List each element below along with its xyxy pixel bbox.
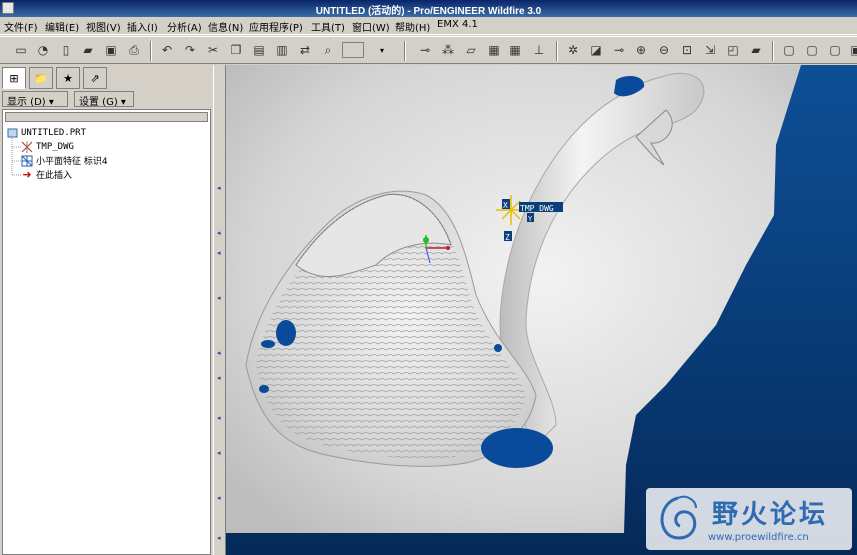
- forum-url: www.proewildfire.cn: [708, 532, 809, 543]
- csys-label: TMP_DWG: [520, 204, 554, 213]
- redo-icon[interactable]: ↷: [181, 41, 199, 59]
- datum-axis-icon[interactable]: ⊸: [416, 41, 434, 59]
- folder-icon[interactable]: ▰: [79, 41, 97, 59]
- save-icon[interactable]: ▣: [102, 41, 120, 59]
- menu-window[interactable]: 窗口(W): [352, 19, 390, 34]
- zoom-in-icon[interactable]: ⊕: [632, 41, 650, 59]
- display-menu-button[interactable]: 显示 (D) ▾: [2, 91, 68, 108]
- hidden-line-icon[interactable]: ▢: [803, 41, 821, 59]
- menu-info[interactable]: 信息(N): [208, 19, 243, 34]
- menu-emx[interactable]: EMX 4.1: [437, 19, 478, 30]
- sash-arrow-icon[interactable]: ◂: [217, 350, 223, 357]
- graphics-viewport[interactable]: X TMP_DWG Y Z: [226, 65, 857, 555]
- refit-icon[interactable]: ⊡: [678, 41, 696, 59]
- sash-arrow-icon[interactable]: ◂: [217, 415, 223, 422]
- panel-sash[interactable]: ◂ ◂ ◂ ◂ ◂ ◂ ◂ ◂ ◂ ◂: [213, 65, 226, 555]
- blank-page-icon[interactable]: ▯: [57, 41, 75, 59]
- toolbar-separator: [556, 41, 558, 61]
- datum-display-icon[interactable]: ⊸: [610, 41, 628, 59]
- sash-arrow-icon[interactable]: ◂: [217, 295, 223, 302]
- model-tree-header: [5, 112, 208, 122]
- forum-watermark: 野火论坛 www.proewildfire.cn: [646, 488, 852, 550]
- menu-analysis[interactable]: 分析(A): [167, 19, 202, 34]
- swan-model-render[interactable]: X TMP_DWG Y Z: [226, 65, 857, 555]
- tree-item-csys[interactable]: TMP_DWG: [21, 140, 74, 153]
- sash-arrow-icon[interactable]: ◂: [217, 230, 223, 237]
- sash-arrow-icon[interactable]: ◂: [217, 450, 223, 457]
- menu-tools[interactable]: 工具(T): [311, 19, 345, 34]
- connections-tab-icon[interactable]: ⇗: [83, 67, 107, 89]
- paste-icon[interactable]: ▤: [250, 41, 268, 59]
- menu-applications[interactable]: 应用程序(P): [249, 19, 303, 34]
- toolbar-separator: [772, 41, 774, 61]
- tree-item-label: UNTITLED.PRT: [21, 127, 87, 138]
- tree-item-facet-feature[interactable]: 小平面特征 标识4: [21, 154, 108, 167]
- layer-icon[interactable]: ▦: [485, 41, 503, 59]
- new-icon[interactable]: ▭: [12, 41, 30, 59]
- paste-special-icon[interactable]: ▥: [273, 41, 291, 59]
- datum-point-icon[interactable]: ⁂: [439, 41, 457, 59]
- copy-icon[interactable]: ❐: [227, 41, 245, 59]
- highlight-patch: [259, 385, 269, 393]
- favorites-tab-icon[interactable]: ★: [56, 67, 80, 89]
- orient-icon[interactable]: ◪: [587, 41, 605, 59]
- datum-plane-icon[interactable]: ▱: [462, 41, 480, 59]
- tree-item-label: 小平面特征 标识4: [36, 157, 108, 167]
- highlight-patch: [481, 428, 553, 468]
- sash-arrow-icon[interactable]: ◂: [217, 375, 223, 382]
- main-toolbar: ▭ ◔ ▯ ▰ ▣ ⎙ ↶ ↷ ✂ ❐ ▤ ▥ ⇄ ⌕ ▾ ⊸ ⁂ ▱ ▦ ▦ …: [0, 36, 857, 64]
- menu-file[interactable]: 文件(F): [4, 19, 38, 34]
- tree-item-insert-here[interactable]: ➜ 在此插入: [21, 168, 72, 181]
- layers-display-icon[interactable]: ▰: [747, 41, 765, 59]
- toolbar-separator: [404, 41, 406, 61]
- menu-insert[interactable]: 插入(I): [127, 19, 158, 34]
- model-tree-tab-icon[interactable]: ⊞: [2, 67, 26, 89]
- model-tree: UNTITLED.PRT TMP_DWG 小平面特征 标识4 ➜ 在此插入: [2, 109, 211, 555]
- navigator-menu-row: 显示 (D) ▾ 设置 (G) ▾: [2, 91, 211, 108]
- menu-help[interactable]: 帮助(H): [395, 19, 430, 34]
- no-hidden-icon[interactable]: ▢: [826, 41, 844, 59]
- find-icon[interactable]: ⌕: [319, 41, 337, 59]
- highlight-patch: [494, 344, 502, 352]
- undo-icon[interactable]: ↶: [158, 41, 176, 59]
- regenerate-icon[interactable]: ⇄: [296, 41, 314, 59]
- forum-title: 野火论坛: [712, 500, 829, 530]
- tree-item-label: TMP_DWG: [36, 141, 74, 152]
- axis-z-label: Z: [505, 233, 510, 242]
- zoom-out-icon[interactable]: ⊖: [655, 41, 673, 59]
- grid-icon[interactable]: ▦: [506, 41, 524, 59]
- settings-menu-button[interactable]: 设置 (G) ▾: [74, 91, 134, 108]
- folder-browser-tab-icon[interactable]: 📁: [29, 67, 53, 89]
- named-view-icon[interactable]: ⇲: [701, 41, 719, 59]
- sash-arrow-icon[interactable]: ◂: [217, 495, 223, 502]
- highlight-patch: [261, 340, 275, 348]
- menu-bar: 文件(F) 编辑(E) 视图(V) 插入(I) 分析(A) 信息(N) 应用程序…: [0, 17, 857, 35]
- highlight-patch: [276, 320, 296, 346]
- window-title: UNTITLED (活动的) - Pro/ENGINEER Wildfire 3…: [315, 6, 542, 17]
- forum-logo-icon: [660, 495, 697, 540]
- title-bar: UNTITLED (活动的) - Pro/ENGINEER Wildfire 3…: [0, 0, 857, 17]
- navigator-panel: ⊞ 📁 ★ ⇗ 显示 (D) ▾ 设置 (G) ▾ UNTITLED.PRT T…: [0, 65, 213, 555]
- tree-connector: [11, 136, 21, 176]
- csys-icon[interactable]: ⊥: [530, 41, 548, 59]
- sash-arrow-icon[interactable]: ◂: [217, 185, 223, 192]
- menu-edit[interactable]: 编辑(E): [45, 19, 79, 34]
- print-icon[interactable]: ⎙: [125, 41, 143, 59]
- chevron-down-icon[interactable]: ▾: [376, 42, 388, 58]
- saved-views-icon[interactable]: ◰: [724, 41, 742, 59]
- spin-center-icon[interactable]: ✲: [564, 41, 582, 59]
- toolbar-separator: [150, 41, 152, 61]
- axis-x-label: X: [503, 201, 508, 210]
- sash-arrow-icon[interactable]: ◂: [217, 535, 223, 542]
- cut-icon[interactable]: ✂: [204, 41, 222, 59]
- sash-arrow-icon[interactable]: ◂: [217, 250, 223, 257]
- open-icon[interactable]: ◔: [34, 41, 52, 59]
- wireframe-icon[interactable]: ▢: [780, 41, 798, 59]
- tree-item-label: 在此插入: [36, 171, 73, 181]
- shading-icon[interactable]: ▣: [847, 41, 857, 59]
- menu-view[interactable]: 视图(V): [86, 19, 121, 34]
- selection-filter-combo[interactable]: [342, 42, 364, 58]
